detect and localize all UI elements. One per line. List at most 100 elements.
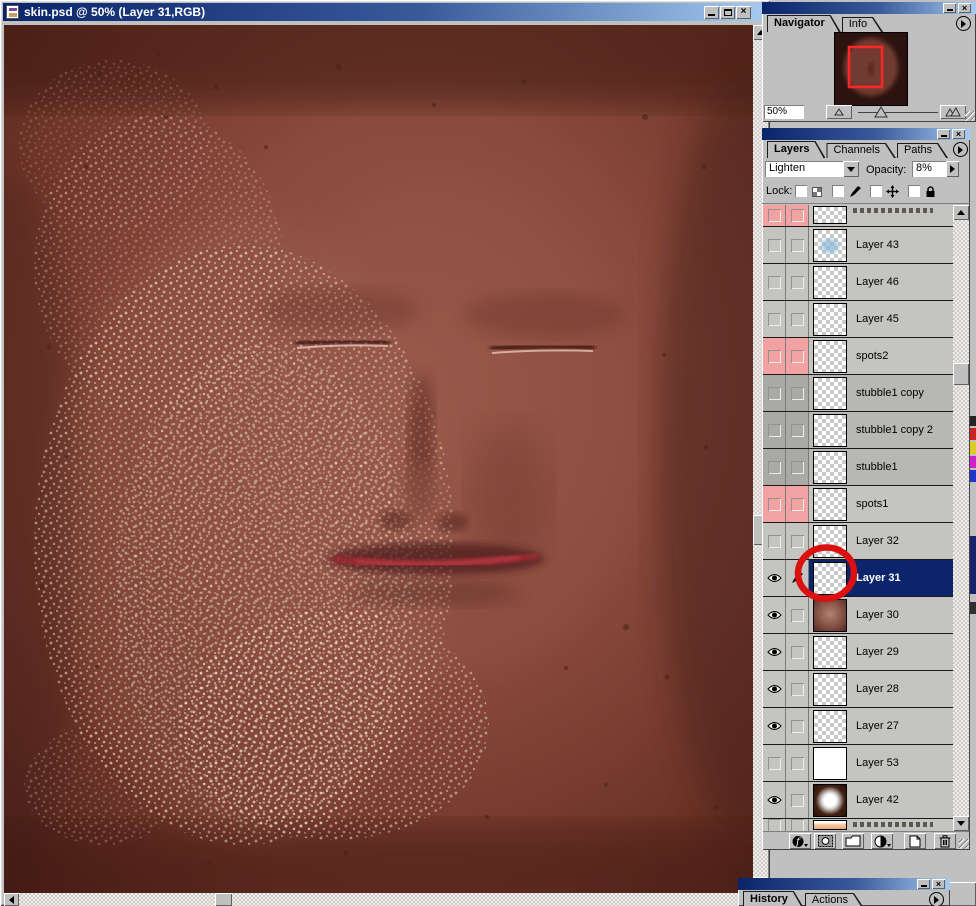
scroll-up-button[interactable] (953, 205, 969, 220)
layer-thumbnail[interactable] (813, 562, 847, 595)
layer-row[interactable]: Layer 32 (763, 523, 954, 560)
layer-thumbnail[interactable] (813, 451, 847, 484)
layer-main[interactable]: Layer 42 (809, 782, 954, 818)
layer-visibility-toggle[interactable] (763, 671, 786, 707)
layer-thumbnail[interactable] (813, 340, 847, 373)
layer-visibility-toggle[interactable] (763, 227, 786, 263)
layer-visibility-toggle[interactable] (763, 782, 786, 818)
layer-thumbnail[interactable] (813, 673, 847, 706)
palette-menu-button[interactable] (956, 16, 971, 31)
lock-pixels-checkbox[interactable] (832, 185, 844, 197)
document-canvas[interactable] (4, 25, 753, 893)
add-mask-button[interactable] (814, 833, 836, 849)
palette-resize-grip[interactable] (965, 111, 975, 121)
layer-visibility-toggle[interactable] (763, 375, 786, 411)
delete-layer-button[interactable] (934, 833, 956, 849)
layer-thumbnail[interactable] (813, 266, 847, 299)
layer-link-cell[interactable] (786, 597, 809, 633)
layer-main[interactable]: stubble1 copy 2 (809, 412, 954, 448)
tab-navigator[interactable]: Navigator (767, 15, 841, 32)
layer-row[interactable]: Layer 42 (763, 782, 954, 819)
layer-thumbnail[interactable] (813, 303, 847, 336)
zoom-out-button[interactable] (826, 105, 852, 119)
layer-main[interactable]: Layer 46 (809, 264, 954, 300)
layer-main[interactable]: Layer 45 (809, 301, 954, 337)
blend-mode-dropdown-arrow[interactable] (843, 161, 859, 177)
zoom-slider-track[interactable] (858, 112, 938, 113)
palette-minimize-button[interactable] (917, 879, 930, 889)
palette-close-button[interactable]: × (958, 3, 971, 13)
history-titlebar[interactable]: × (738, 878, 950, 890)
navigator-titlebar[interactable]: × (762, 2, 976, 14)
layer-link-cell[interactable] (786, 338, 809, 374)
horizontal-scrollbar[interactable] (4, 893, 753, 906)
zoom-in-button[interactable] (940, 105, 966, 119)
layer-link-cell[interactable] (786, 264, 809, 300)
layer-main[interactable]: stubble1 copy (809, 375, 954, 411)
horizontal-scroll-track[interactable] (19, 893, 738, 906)
layer-row[interactable]: stubble1 copy (763, 375, 954, 412)
navigator-zoom-input[interactable]: 50% (764, 105, 804, 119)
layer-style-button[interactable]: f (789, 833, 811, 849)
layer-link-cell[interactable] (786, 301, 809, 337)
zoom-slider-thumb[interactable] (874, 105, 888, 123)
layer-link-cell[interactable] (786, 486, 809, 522)
tab-layers[interactable]: Layers (767, 141, 825, 158)
palette-menu-button[interactable] (929, 892, 944, 906)
lock-position-checkbox[interactable] (870, 185, 882, 197)
layer-visibility-toggle[interactable] (763, 449, 786, 485)
minimize-button[interactable] (704, 6, 719, 19)
layer-link-cell[interactable] (786, 634, 809, 670)
palette-menu-button[interactable] (953, 142, 968, 157)
layer-main[interactable]: Layer 53 (809, 745, 954, 781)
layers-titlebar[interactable]: × (762, 128, 970, 140)
scroll-down-button[interactable] (953, 816, 969, 831)
layer-row[interactable]: Layer 45 (763, 301, 954, 338)
layer-row[interactable] (763, 819, 954, 831)
layer-main[interactable]: Layer 31 (809, 560, 954, 596)
blend-mode-select[interactable]: Lighten (765, 161, 843, 177)
layer-link-cell[interactable] (786, 708, 809, 744)
layer-visibility-toggle[interactable] (763, 597, 786, 633)
layer-visibility-toggle[interactable] (763, 708, 786, 744)
layer-row[interactable]: Layer 29 (763, 634, 954, 671)
adjustment-layer-button[interactable] (871, 833, 893, 849)
layer-thumbnail[interactable] (813, 636, 847, 669)
layer-thumbnail[interactable] (813, 599, 847, 632)
layer-row[interactable]: Layer 28 (763, 671, 954, 708)
layer-visibility-toggle[interactable] (763, 264, 786, 300)
navigator-preview[interactable] (834, 32, 908, 106)
layer-row[interactable] (763, 205, 954, 227)
layer-visibility-toggle[interactable] (763, 560, 786, 596)
new-layer-button[interactable] (904, 833, 926, 849)
layer-row[interactable]: Layer 30 (763, 597, 954, 634)
layer-thumbnail[interactable] (813, 710, 847, 743)
opacity-input[interactable]: 8% (912, 161, 946, 177)
layer-row[interactable]: Layer 31 (763, 560, 954, 597)
layer-main[interactable]: Layer 27 (809, 708, 954, 744)
layer-main[interactable]: stubble1 (809, 449, 954, 485)
layer-main[interactable]: Layer 30 (809, 597, 954, 633)
layer-link-cell[interactable] (786, 819, 809, 831)
layer-link-cell[interactable] (786, 560, 809, 596)
layer-thumbnail[interactable] (813, 488, 847, 521)
layer-main[interactable] (809, 819, 954, 831)
layer-row[interactable]: Layer 53 (763, 745, 954, 782)
document-titlebar[interactable]: skin.psd @ 50% (Layer 31,RGB) × (3, 3, 767, 21)
layer-visibility-toggle[interactable] (763, 634, 786, 670)
layer-link-cell[interactable] (786, 412, 809, 448)
opacity-slider-arrow[interactable] (946, 161, 959, 177)
layer-thumbnail[interactable] (813, 377, 847, 410)
lock-transparency-checkbox[interactable] (795, 185, 807, 197)
close-button[interactable]: × (736, 6, 751, 19)
layer-thumbnail[interactable] (813, 414, 847, 447)
layer-link-cell[interactable] (786, 227, 809, 263)
maximize-button[interactable] (720, 6, 735, 19)
palette-minimize-button[interactable] (943, 3, 956, 13)
layer-thumbnail[interactable] (813, 229, 847, 262)
layer-visibility-toggle[interactable] (763, 745, 786, 781)
layers-scroll-thumb[interactable] (953, 363, 969, 385)
layer-main[interactable]: spots2 (809, 338, 954, 374)
layer-link-cell[interactable] (786, 205, 809, 226)
layer-thumbnail[interactable] (813, 525, 847, 558)
